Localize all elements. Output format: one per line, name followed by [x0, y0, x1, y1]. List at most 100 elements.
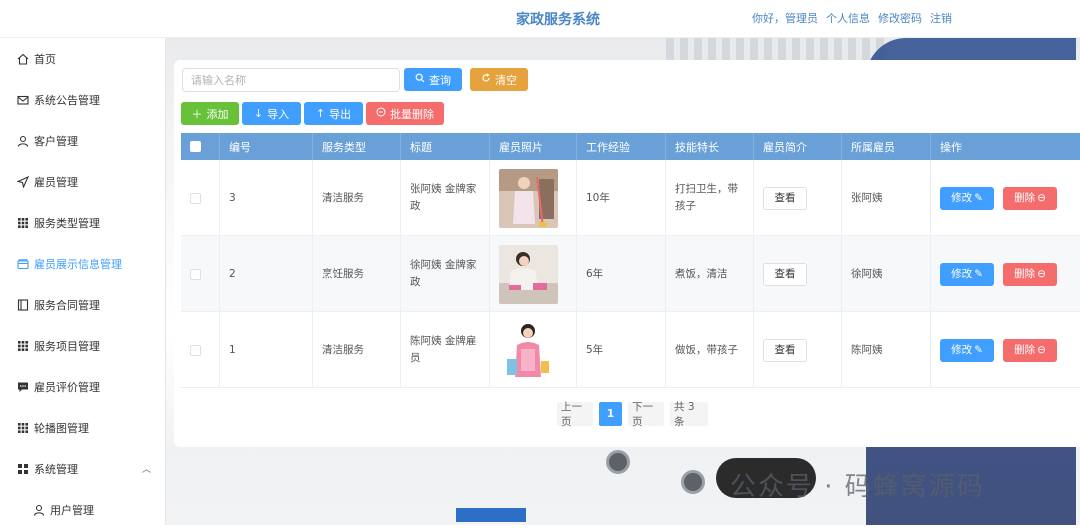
column-header: 编号	[220, 133, 313, 160]
row-checkbox[interactable]	[190, 268, 201, 280]
delete-button[interactable]: 删除 ⊖	[1003, 338, 1057, 362]
prev-page-button[interactable]: 上一页	[557, 401, 593, 428]
batch-delete-button-label: 批量删除	[390, 107, 434, 121]
chat-icon	[16, 380, 29, 393]
sidebar-item-employees[interactable]: 雇员管理	[0, 161, 165, 202]
greeting-link[interactable]: 你好，管理员	[752, 10, 818, 26]
background-cart-wheel	[681, 470, 705, 494]
profile-link[interactable]: 个人信息	[826, 10, 870, 26]
change-password-link[interactable]: 修改密码	[878, 10, 922, 26]
delete-button-label: 删除	[1014, 343, 1036, 356]
main-card: 查询 清空 ＋ 添加 ↓ 导入 ↑ 导出 批量删除 编号 服务类型 标题 雇员照…	[174, 60, 1080, 447]
column-header: 工作经验	[577, 133, 666, 160]
service-type-cell: 清洁服务	[313, 160, 401, 236]
view-intro-button[interactable]: 查看	[763, 262, 807, 286]
row-checkbox[interactable]	[190, 192, 201, 204]
view-intro-button[interactable]: 查看	[763, 338, 807, 362]
sidebar-item-home[interactable]: 首页	[0, 38, 165, 79]
user-icon	[32, 503, 45, 516]
add-button[interactable]: ＋ 添加	[181, 102, 239, 125]
view-intro-button[interactable]: 查看	[763, 186, 807, 210]
minus-circle-icon	[376, 107, 386, 120]
minus-circle-icon: ⊖	[1037, 191, 1046, 204]
skills-cell: 煮饭，清洁	[666, 236, 754, 312]
edit-button[interactable]: 修改 ✎	[940, 338, 994, 362]
total-count: 共 3 条	[670, 401, 708, 428]
sidebar-item-employee-showcase[interactable]: 雇员展示信息管理	[0, 243, 165, 284]
column-header: 所属雇员	[842, 133, 931, 160]
edit-button-label: 修改	[951, 267, 973, 280]
logout-link[interactable]: 注销	[930, 10, 952, 26]
search-input[interactable]	[182, 68, 400, 92]
app-title: 家政服务系统	[516, 12, 600, 28]
employee-photo	[499, 244, 558, 304]
table-header: 编号 服务类型 标题 雇员照片 工作经验 技能特长 雇员简介 所属雇员 操作	[181, 133, 1080, 160]
intro-cell: 查看	[754, 312, 842, 388]
export-button-label: 导出	[329, 107, 352, 121]
sidebar-item-label: 服务项目管理	[34, 339, 100, 353]
actions-cell: 修改 ✎ 删除 ⊖	[931, 236, 1080, 312]
employee-photo	[499, 168, 558, 228]
send-icon	[16, 175, 29, 188]
skills-cell: 打扫卫生，带孩子	[666, 160, 754, 236]
table-row: 2 烹饪服务 徐阿姨 金牌家政 6年 煮饭，清洁 查看 徐阿姨 修改 ✎ 删除 ⊖	[181, 236, 1080, 312]
select-all-checkbox[interactable]	[190, 141, 201, 152]
sidebar-item-service-types[interactable]: 服务类型管理	[0, 202, 165, 243]
background-mop	[456, 508, 526, 522]
arrow-up-icon: ↑	[315, 107, 326, 120]
experience-cell: 10年	[577, 160, 666, 236]
sidebar-item-carousel[interactable]: 轮播图管理	[0, 407, 165, 448]
page-number-current[interactable]: 1	[599, 402, 622, 426]
grid-icon	[16, 421, 29, 434]
title-cell: 陈阿姨 金牌雇员	[401, 312, 490, 388]
data-table: 编号 服务类型 标题 雇员照片 工作经验 技能特长 雇员简介 所属雇员 操作 3…	[181, 133, 1080, 388]
employee-cell: 张阿姨	[842, 160, 931, 236]
sidebar-item-label: 服务类型管理	[34, 216, 100, 230]
clear-button-label: 清空	[495, 73, 517, 87]
sidebar-item-system[interactable]: 系统管理 ︿	[0, 448, 165, 489]
import-button[interactable]: ↓ 导入	[242, 102, 301, 125]
query-button[interactable]: 查询	[404, 68, 462, 91]
id-cell: 3	[220, 160, 313, 236]
delete-button[interactable]: 删除 ⊖	[1003, 262, 1057, 286]
skills-cell: 做饭，带孩子	[666, 312, 754, 388]
sidebar-item-label: 雇员管理	[34, 175, 78, 189]
sidebar-item-service-items[interactable]: 服务项目管理	[0, 325, 165, 366]
delete-button-label: 删除	[1014, 267, 1036, 280]
sidebar-item-label: 雇员评价管理	[34, 380, 100, 394]
sidebar-item-announcements[interactable]: 系统公告管理	[0, 79, 165, 120]
sidebar-item-label: 用户管理	[50, 503, 94, 517]
sidebar-item-label: 服务合同管理	[34, 298, 100, 312]
sidebar-item-label: 首页	[34, 52, 56, 66]
sidebar-item-customers[interactable]: 客户管理	[0, 120, 165, 161]
sidebar-item-users[interactable]: 用户管理	[0, 489, 165, 530]
edit-button[interactable]: 修改 ✎	[940, 186, 994, 210]
clear-button[interactable]: 清空	[470, 68, 528, 91]
sidebar-item-reviews[interactable]: 雇员评价管理	[0, 366, 165, 407]
sidebar-item-contracts[interactable]: 服务合同管理	[0, 284, 165, 325]
service-type-cell: 清洁服务	[313, 312, 401, 388]
next-page-button[interactable]: 下一页	[628, 401, 664, 428]
id-cell: 1	[220, 312, 313, 388]
employee-cell: 徐阿姨	[842, 236, 931, 312]
notebook-icon	[16, 298, 29, 311]
delete-button[interactable]: 删除 ⊖	[1003, 186, 1057, 210]
minus-circle-icon: ⊖	[1037, 267, 1046, 280]
user-icon	[16, 134, 29, 147]
batch-delete-button[interactable]: 批量删除	[366, 102, 444, 125]
edit-button[interactable]: 修改 ✎	[940, 262, 994, 286]
column-header: 服务类型	[313, 133, 401, 160]
edit-icon: ✎	[974, 343, 983, 356]
plus-icon: ＋	[191, 107, 203, 121]
edit-button-label: 修改	[951, 343, 973, 356]
employee-cell: 陈阿姨	[842, 312, 931, 388]
row-select-cell	[181, 312, 220, 388]
column-header: 标题	[401, 133, 490, 160]
pagination: 上一页 1 下一页 共 3 条	[557, 401, 708, 428]
photo-cell	[490, 160, 577, 236]
row-checkbox[interactable]	[190, 344, 201, 356]
export-button[interactable]: ↑ 导出	[304, 102, 363, 125]
sidebar-item-label: 轮播图管理	[34, 421, 89, 435]
employee-photo	[499, 320, 558, 380]
grid-icon	[16, 339, 29, 352]
